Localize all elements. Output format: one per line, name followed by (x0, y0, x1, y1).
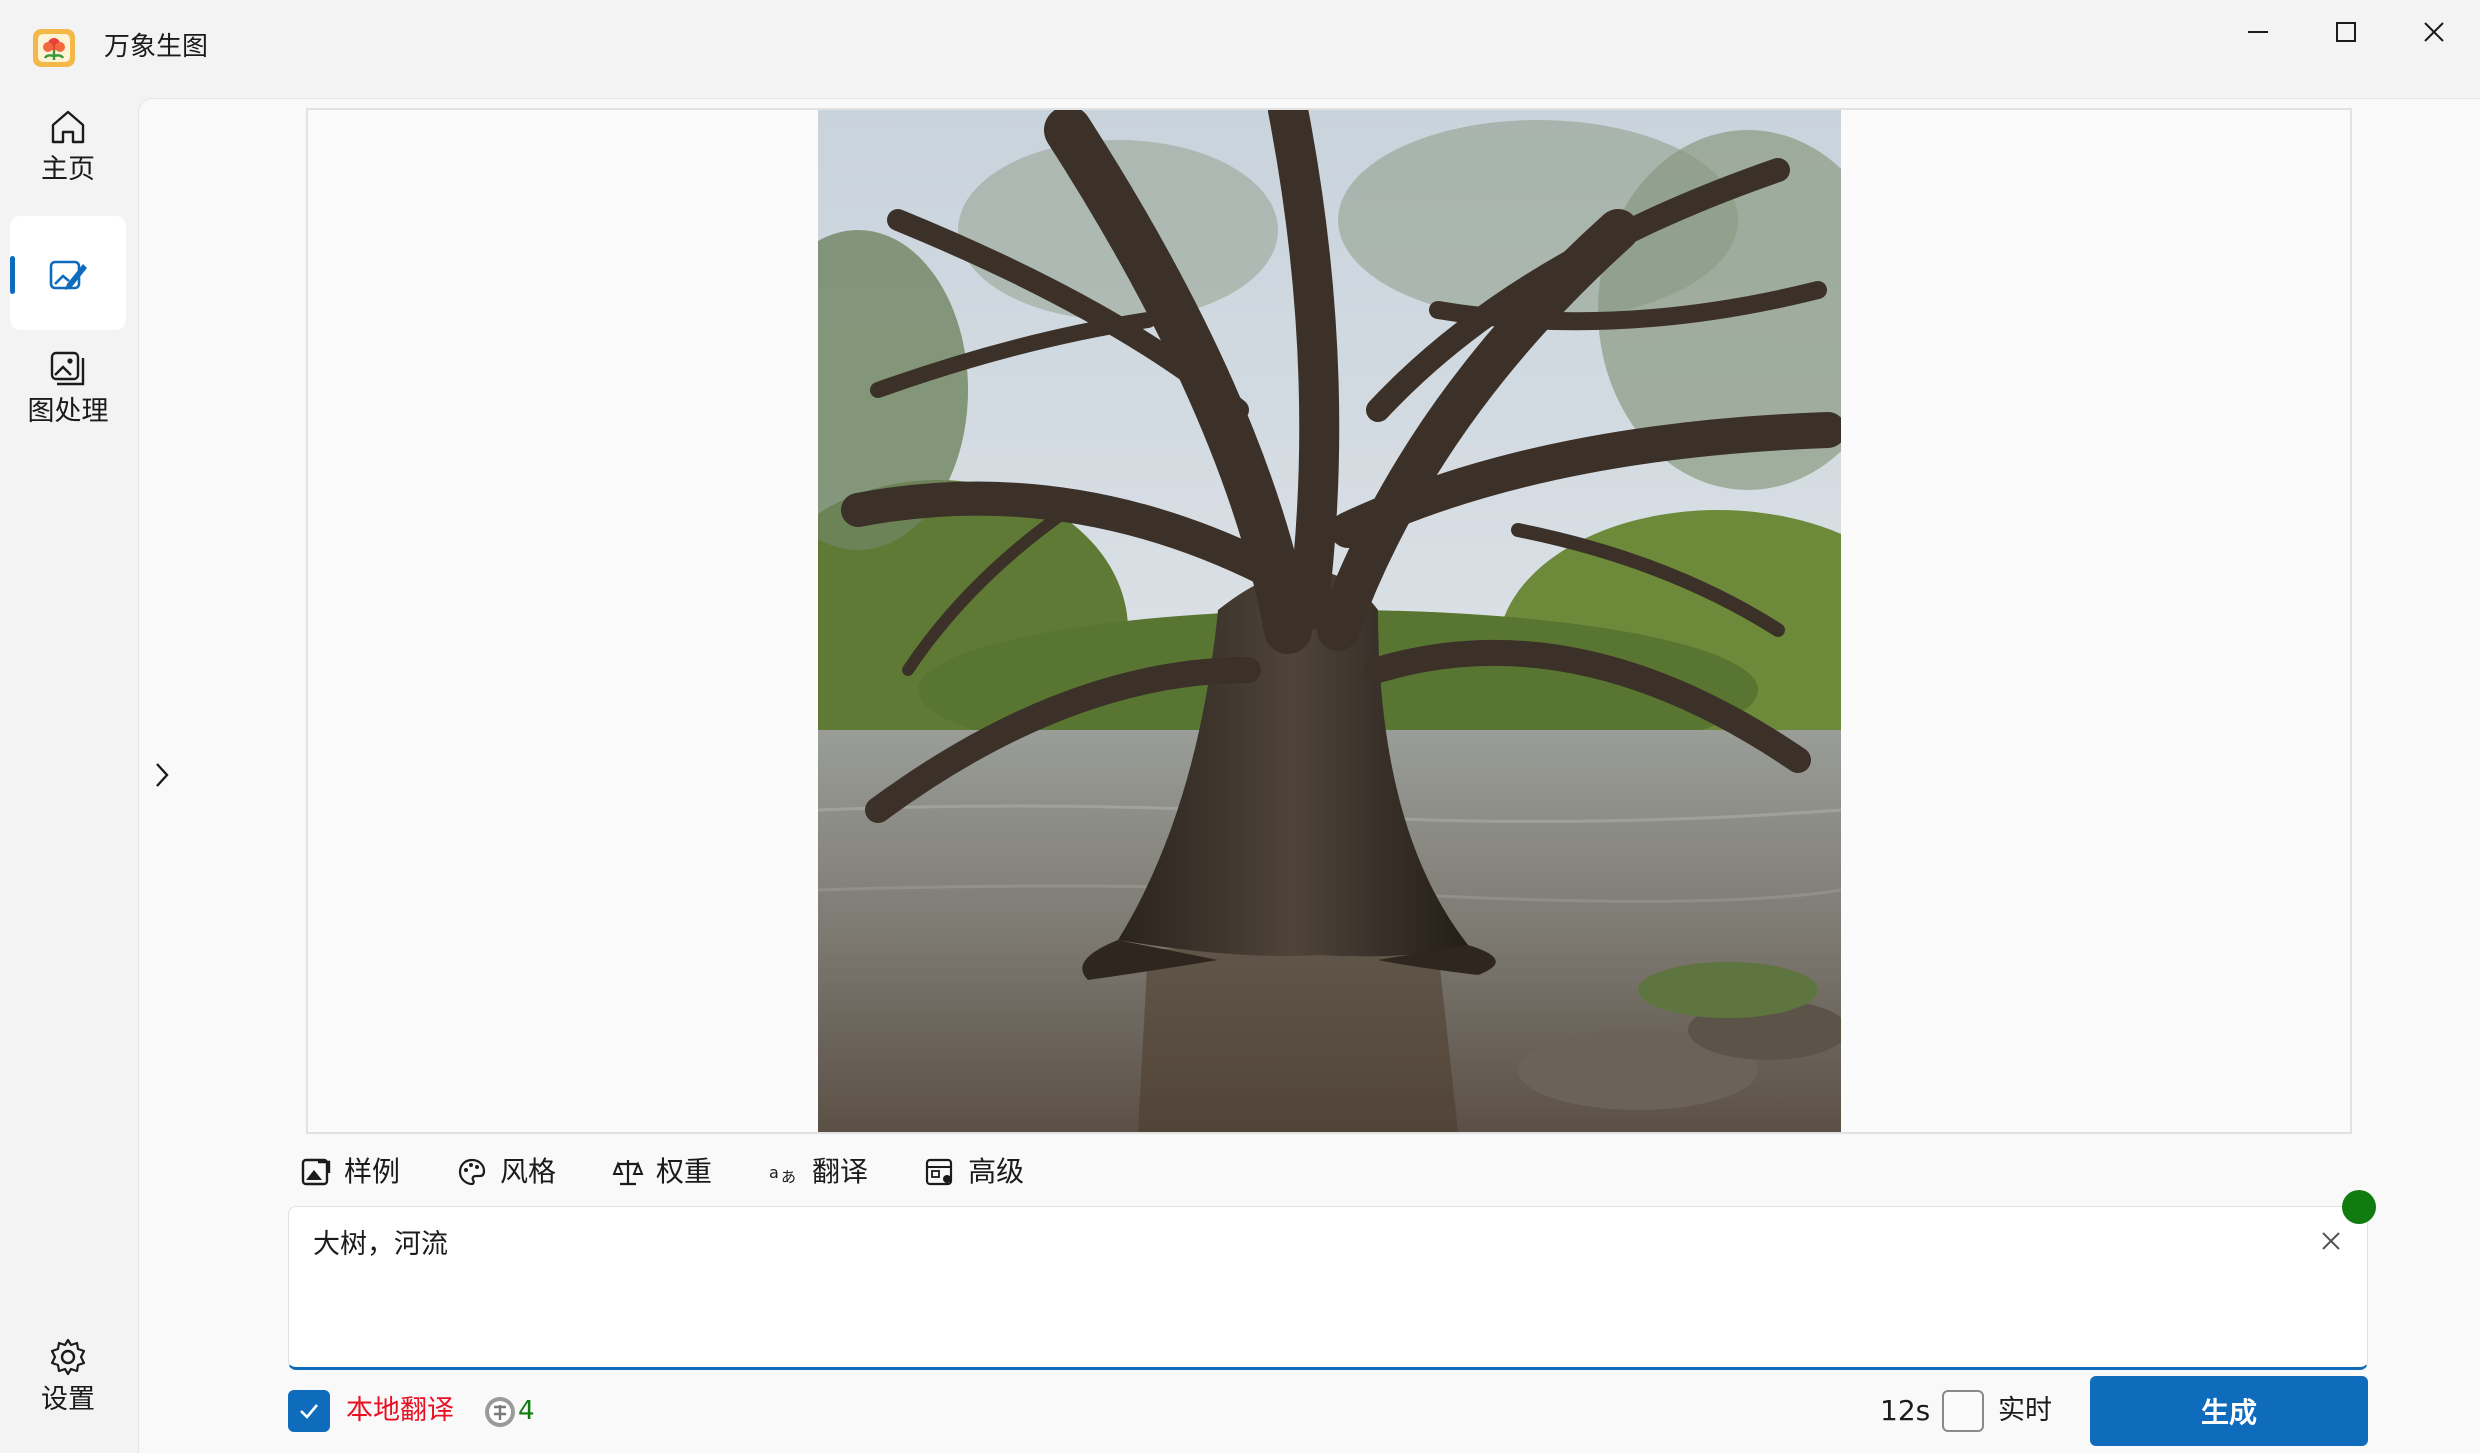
checkmark-icon (300, 1404, 318, 1419)
generated-image (818, 110, 1841, 1132)
translate-icon: a あ (769, 1163, 796, 1186)
app-title: 万象生图 (104, 32, 209, 62)
minimize-icon (2248, 31, 2268, 33)
nav-item-image-process-label: 图处理 (27, 396, 109, 427)
image-samples-icon (301, 1158, 331, 1186)
nav-item-home-label: 主页 (41, 154, 95, 185)
close-icon (2424, 22, 2444, 42)
nav-sidebar: 主页 图处理 设置 (0, 96, 136, 1452)
advanced-label: 高级 (968, 1155, 1025, 1188)
title-bar: 万象生图 (0, 0, 2480, 96)
expand-panel-button[interactable] (146, 756, 178, 794)
bottom-bar: 本地翻译 4 12s 实时 生成 (288, 1374, 2368, 1448)
prompt-input[interactable]: 大树，河流 (288, 1206, 2368, 1370)
svg-text:a: a (769, 1163, 779, 1182)
local-translate-checkbox[interactable] (288, 1390, 330, 1432)
prompt-toolbar: 样例 风格 权重 a あ 翻译 高级 (300, 1148, 1080, 1196)
realtime-checkbox[interactable] (1942, 1390, 1984, 1432)
realtime-label: 实时 (1998, 1395, 2052, 1426)
advanced-settings-icon (925, 1158, 953, 1186)
app-flower-icon (33, 29, 75, 67)
image-process-icon (50, 351, 85, 386)
translate-count: 4 (518, 1396, 535, 1426)
status-indicator (2342, 1190, 2376, 1224)
nav-item-settings[interactable]: 设置 (10, 1336, 126, 1418)
maximize-button[interactable] (2302, 0, 2390, 64)
palette-icon (458, 1158, 486, 1186)
style-button[interactable]: 风格 (456, 1152, 556, 1192)
samples-button[interactable]: 样例 (300, 1152, 400, 1192)
elapsed-time: 12s (1880, 1394, 1931, 1427)
maximize-icon (2336, 22, 2356, 42)
image-edit-icon (49, 260, 87, 290)
close-icon (2322, 1232, 2340, 1250)
nav-item-home[interactable]: 主页 (10, 106, 126, 188)
svg-text:あ: あ (781, 1168, 796, 1186)
prompt-text[interactable]: 大树，河流 (313, 1227, 448, 1263)
weight-label: 权重 (656, 1155, 713, 1188)
home-icon (51, 110, 85, 144)
clear-prompt-button[interactable] (2313, 1223, 2349, 1259)
style-label: 风格 (500, 1155, 557, 1188)
translate-button[interactable]: a あ 翻译 (768, 1152, 868, 1192)
nav-item-image-process[interactable]: 图处理 (10, 348, 126, 430)
local-translate-label: 本地翻译 (346, 1395, 454, 1426)
translate-badge-icon (485, 1397, 515, 1427)
samples-label: 样例 (344, 1155, 401, 1188)
scale-icon (612, 1160, 644, 1186)
close-button[interactable] (2390, 0, 2478, 64)
gear-icon (50, 1338, 86, 1376)
minimize-button[interactable] (2214, 0, 2302, 64)
weight-button[interactable]: 权重 (612, 1152, 712, 1192)
generate-button[interactable]: 生成 (2090, 1376, 2368, 1446)
advanced-button[interactable]: 高级 (924, 1152, 1024, 1192)
nav-item-generate[interactable] (10, 254, 126, 296)
nav-item-settings-label: 设置 (41, 1384, 95, 1415)
chevron-right-icon (156, 763, 169, 787)
translate-label: 翻译 (812, 1155, 869, 1188)
